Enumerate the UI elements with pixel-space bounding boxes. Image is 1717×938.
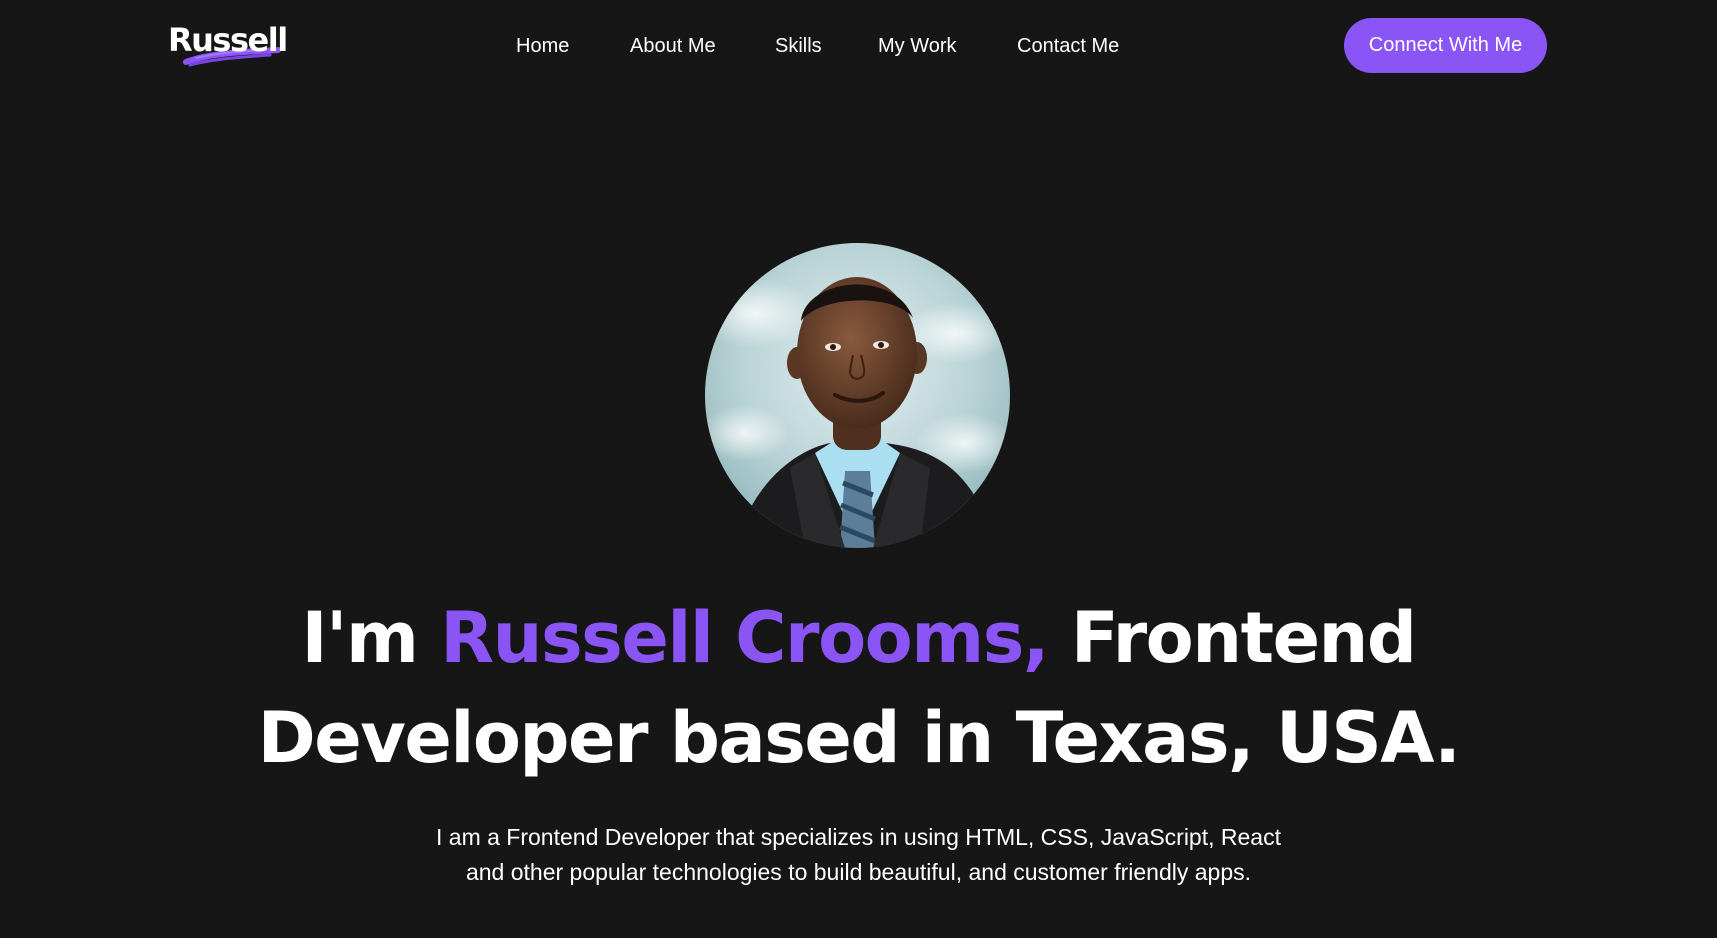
nav-link-home[interactable]: Home: [516, 32, 569, 60]
headline-prefix: I'm: [301, 597, 441, 679]
hero-intro-text: I am a Frontend Developer that specializ…: [436, 824, 1281, 885]
profile-avatar: [705, 243, 1010, 548]
nav-link-my-work[interactable]: My Work: [878, 32, 957, 60]
nav-link-about[interactable]: About Me: [630, 32, 716, 60]
hero-headline: I'm Russell Crooms, Frontend Developer b…: [200, 588, 1517, 788]
headline-name: Russell Crooms,: [440, 597, 1049, 679]
nav-link-skills[interactable]: Skills: [775, 32, 822, 60]
portrait-photo-icon: [705, 243, 1010, 548]
navbar: Russell Home About Me Skills My Work Con…: [0, 0, 1717, 92]
nav-link-contact[interactable]: Contact Me: [1017, 32, 1119, 60]
logo-text: Russell: [168, 21, 288, 59]
connect-with-me-button[interactable]: Connect With Me: [1344, 18, 1547, 73]
portfolio-page: Russell Home About Me Skills My Work Con…: [0, 0, 1717, 938]
logo[interactable]: Russell: [168, 20, 294, 70]
